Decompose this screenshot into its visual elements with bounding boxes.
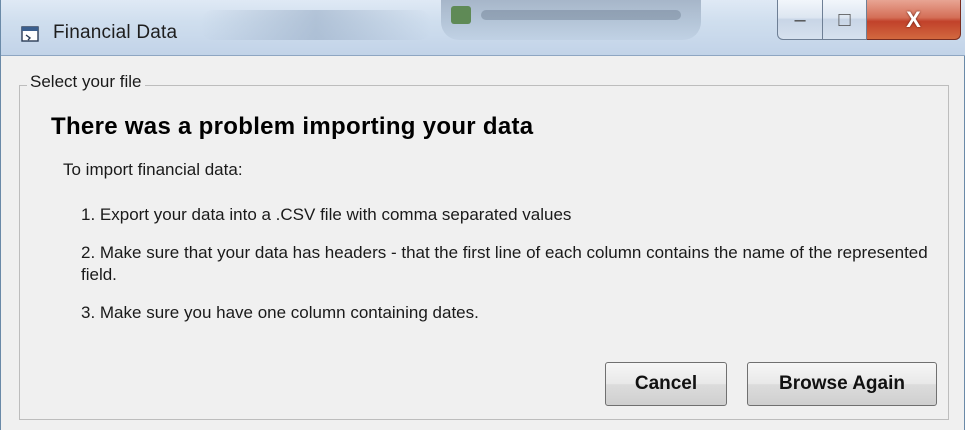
browse-again-button[interactable]: Browse Again — [747, 362, 937, 406]
window-controls: – □ X — [777, 0, 961, 46]
financial-data-window: Financial Data – □ X Select your file Th… — [0, 0, 965, 430]
background-blur — [201, 10, 431, 40]
background-taskbar-blur — [441, 0, 701, 40]
cancel-button[interactable]: Cancel — [605, 362, 727, 406]
close-icon: X — [906, 6, 921, 32]
error-heading: There was a problem importing your data — [51, 113, 534, 140]
minimize-icon: – — [794, 8, 806, 31]
title-bar[interactable]: Financial Data – □ X — [1, 0, 965, 56]
groupbox-label: Select your file — [27, 72, 145, 92]
close-button[interactable]: X — [867, 0, 961, 40]
application-window-icon — [21, 26, 39, 42]
instruction-step-3: 3. Make sure you have one column contain… — [81, 303, 479, 322]
minimize-button[interactable]: – — [777, 0, 823, 40]
instructions-intro: To import financial data: — [63, 160, 243, 179]
instruction-step-2: 2. Make sure that your data has headers … — [81, 243, 928, 284]
instruction-step-1: 1. Export your data into a .CSV file wit… — [81, 205, 572, 224]
maximize-icon: □ — [838, 8, 851, 31]
maximize-button[interactable]: □ — [823, 0, 867, 40]
window-title: Financial Data — [53, 22, 178, 43]
